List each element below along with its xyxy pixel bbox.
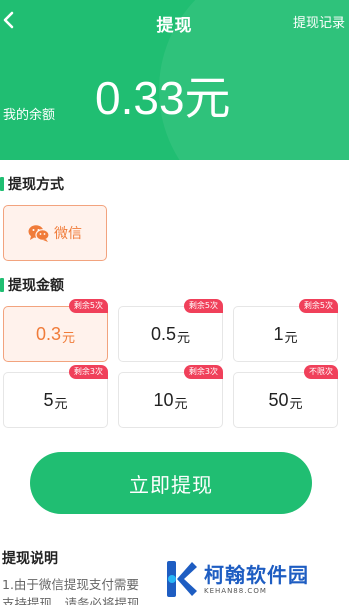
amount-option-10[interactable]: 10 元 剩余3次 — [118, 365, 223, 428]
remaining-badge: 剩余3次 — [68, 365, 108, 379]
balance-header: 提现 提现记录 我的余额 0.33元 — [0, 0, 349, 160]
amount-option-1[interactable]: 1元 剩余5次 — [233, 299, 338, 362]
withdraw-now-button[interactable]: 立即提现 — [30, 452, 312, 514]
amount-value: 0.5 — [150, 323, 176, 344]
balance-amount: 0.33元 — [95, 72, 231, 124]
kehan-logo-icon — [167, 561, 197, 597]
amount-value: 5 — [43, 389, 54, 410]
notes-line: 1.由于微信提现支付需要 — [2, 577, 139, 592]
remaining-badge: 剩余5次 — [298, 299, 338, 313]
notes-text: 1.由于微信提现支付需要 支持提现，请务必将提现 — [2, 575, 162, 605]
amount-options-grid: 0.3 元 剩余5次 0.5 元 剩余5次 1元 剩余5次 5元 剩余3次 10 元 … — [3, 299, 346, 428]
amount-value: 10 — [153, 389, 174, 410]
unlimited-badge: 不限次 — [304, 365, 338, 379]
amount-unit: 元 — [177, 330, 191, 346]
method-title-text: 提现方式 — [8, 177, 64, 193]
amount-option-5[interactable]: 5元 剩余3次 — [3, 365, 108, 428]
amount-title-text: 提现金额 — [8, 278, 64, 294]
wechat-method-label: 微信 — [54, 226, 82, 242]
amount-option-0-5[interactable]: 0.5 元 剩余5次 — [118, 299, 223, 362]
watermark-domain: KEHAN88.COM — [204, 587, 267, 595]
withdraw-history-link[interactable]: 提现记录 — [293, 12, 345, 31]
amount-option-50[interactable]: 50 元 不限次 — [233, 365, 338, 428]
watermark-name: 柯翰软件园 — [204, 563, 309, 587]
remaining-badge: 剩余3次 — [183, 365, 223, 379]
section-marker — [0, 278, 4, 292]
wechat-icon — [28, 225, 50, 242]
balance-label: 我的余额 — [3, 108, 56, 123]
notes-title: 提现说明 — [2, 551, 58, 567]
amount-value: 0.3 — [35, 323, 61, 344]
amount-value: 1 — [273, 323, 284, 344]
amount-unit: 元 — [62, 330, 76, 346]
site-watermark: 柯翰软件园 KEHAN88.COM — [150, 553, 349, 605]
amount-unit: 元 — [284, 330, 298, 346]
wechat-method-button[interactable]: 微信 — [3, 205, 107, 261]
remaining-badge: 剩余5次 — [183, 299, 223, 313]
method-section-title: 提现方式 — [0, 176, 64, 193]
amount-value: 50 — [268, 389, 289, 410]
amount-unit: 元 — [289, 396, 303, 412]
notes-line: 支持提现，请务必将提现 — [2, 596, 140, 605]
section-marker — [0, 177, 4, 191]
amount-option-0-3[interactable]: 0.3 元 剩余5次 — [3, 299, 108, 362]
amount-unit: 元 — [174, 396, 188, 412]
amount-section-title: 提现金额 — [0, 277, 64, 294]
amount-unit: 元 — [54, 396, 68, 412]
watermark-text: 柯翰软件园 KEHAN88.COM — [204, 563, 309, 595]
remaining-badge: 剩余5次 — [68, 299, 108, 313]
